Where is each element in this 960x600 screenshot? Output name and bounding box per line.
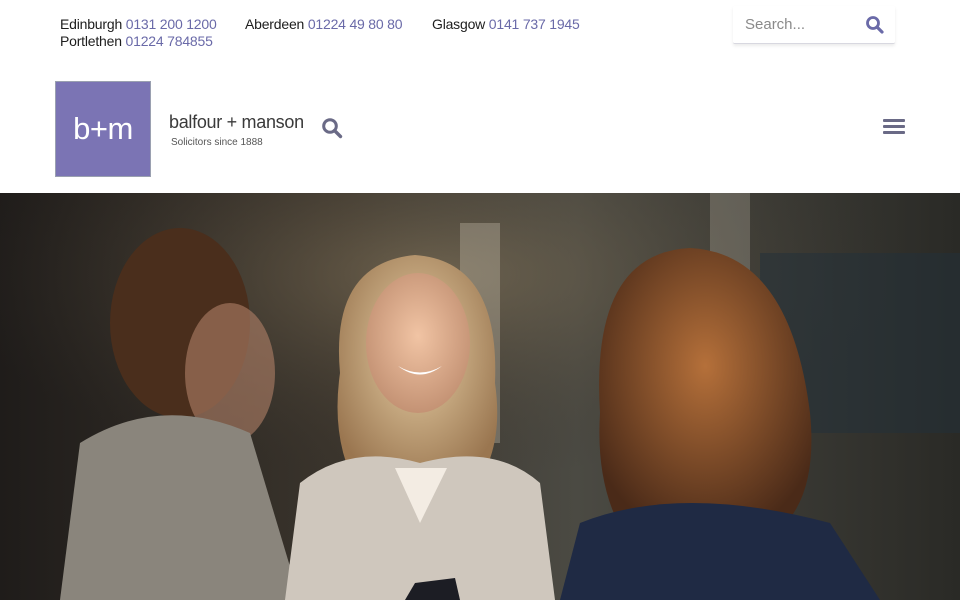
- brand-name[interactable]: balfour + manson: [169, 112, 304, 133]
- office-city: Aberdeen: [245, 16, 305, 32]
- office-phone-link[interactable]: 01224 784855: [126, 33, 213, 49]
- search-input[interactable]: [745, 14, 860, 34]
- office-city: Portlethen: [60, 33, 122, 49]
- search-icon[interactable]: [865, 15, 885, 35]
- office-phone-link[interactable]: 01224 49 80 80: [308, 16, 403, 32]
- hamburger-menu-icon[interactable]: [883, 119, 905, 137]
- office-phone-link[interactable]: 0141 737 1945: [489, 16, 580, 32]
- brand-tagline: Solicitors since 1888: [171, 137, 263, 148]
- office-portlethen: Portlethen 01224 784855: [60, 33, 213, 49]
- office-city: Edinburgh: [60, 16, 123, 32]
- top-bar: Edinburgh 0131 200 1200 Aberdeen 01224 4…: [0, 0, 960, 70]
- office-glasgow: Glasgow 0141 737 1945: [432, 16, 580, 32]
- office-aberdeen: Aberdeen 01224 49 80 80: [245, 16, 403, 32]
- hero-photo: [0, 193, 960, 600]
- office-city: Glasgow: [432, 16, 486, 32]
- office-edinburgh: Edinburgh 0131 200 1200: [60, 16, 217, 32]
- logo-mark-text: b+m: [73, 111, 133, 146]
- hero-image: [0, 193, 960, 600]
- search-form: [733, 6, 895, 44]
- site-header: b+m balfour + manson Solicitors since 18…: [0, 70, 960, 193]
- search-icon[interactable]: [321, 117, 343, 139]
- logo[interactable]: b+m: [55, 81, 151, 177]
- office-phone-link[interactable]: 0131 200 1200: [126, 16, 217, 32]
